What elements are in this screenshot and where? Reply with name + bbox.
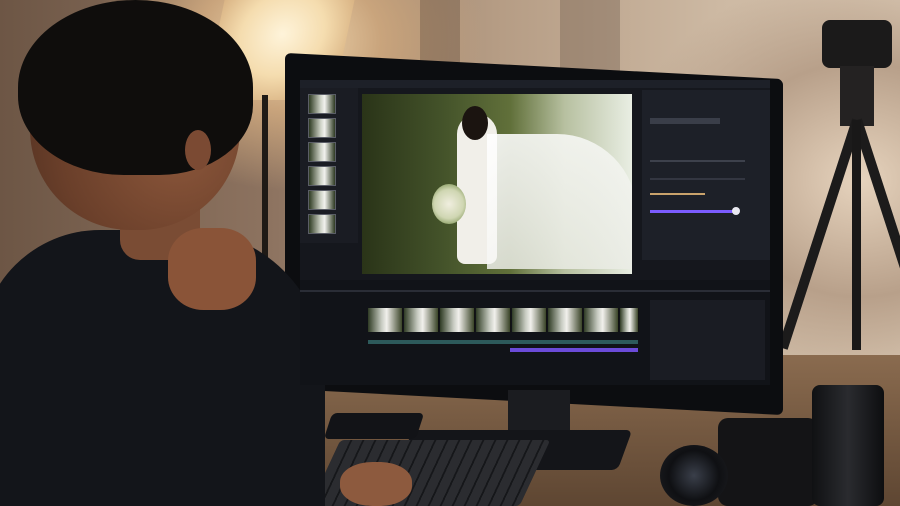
timeline-ruler	[300, 290, 770, 292]
timeline-panel[interactable]	[300, 280, 770, 385]
media-thumbnail[interactable]	[308, 142, 336, 162]
person-ear	[185, 130, 211, 170]
media-thumbnail[interactable]	[308, 190, 336, 210]
panel-header	[650, 118, 720, 124]
panel-slider-track[interactable]	[650, 160, 745, 162]
clip[interactable]	[404, 308, 439, 332]
media-thumbnail[interactable]	[308, 214, 336, 234]
audio-track[interactable]	[368, 340, 638, 344]
person-hand-keyboard	[340, 462, 412, 506]
person-body	[0, 230, 325, 506]
panel-row	[650, 178, 745, 180]
bride-hair	[462, 106, 488, 140]
clip[interactable]	[440, 308, 475, 332]
bride-veil	[487, 134, 632, 269]
editor-topbar	[300, 80, 770, 88]
clip[interactable]	[368, 308, 403, 332]
media-thumbnail[interactable]	[308, 166, 336, 186]
person-hand	[168, 228, 256, 310]
clip[interactable]	[548, 308, 583, 332]
properties-panel	[642, 90, 770, 260]
tripod-head	[840, 66, 874, 126]
timeline-track[interactable]	[368, 308, 639, 332]
person-hair	[18, 0, 253, 175]
tripod-leg	[778, 118, 862, 350]
camera-body	[718, 418, 818, 506]
tripod-camera	[822, 20, 892, 68]
clip[interactable]	[620, 308, 639, 332]
lens-standing	[812, 385, 884, 506]
video-preview[interactable]	[362, 94, 632, 274]
video-editor-screen	[300, 80, 770, 385]
accent-slider[interactable]	[650, 210, 735, 213]
camera-lens	[660, 445, 728, 506]
clip[interactable]	[512, 308, 547, 332]
panel-accent-line	[650, 193, 705, 195]
tripod-leg	[852, 120, 861, 350]
phone	[323, 413, 425, 439]
media-thumbnail[interactable]	[308, 94, 336, 114]
audio-track-accent[interactable]	[510, 348, 638, 352]
accent-slider-knob[interactable]	[732, 207, 740, 215]
media-panel[interactable]	[300, 88, 358, 243]
media-thumbnail[interactable]	[308, 118, 336, 138]
bouquet	[432, 184, 466, 224]
clip[interactable]	[476, 308, 511, 332]
timeline-side-panel	[650, 300, 765, 380]
clip[interactable]	[584, 308, 619, 332]
